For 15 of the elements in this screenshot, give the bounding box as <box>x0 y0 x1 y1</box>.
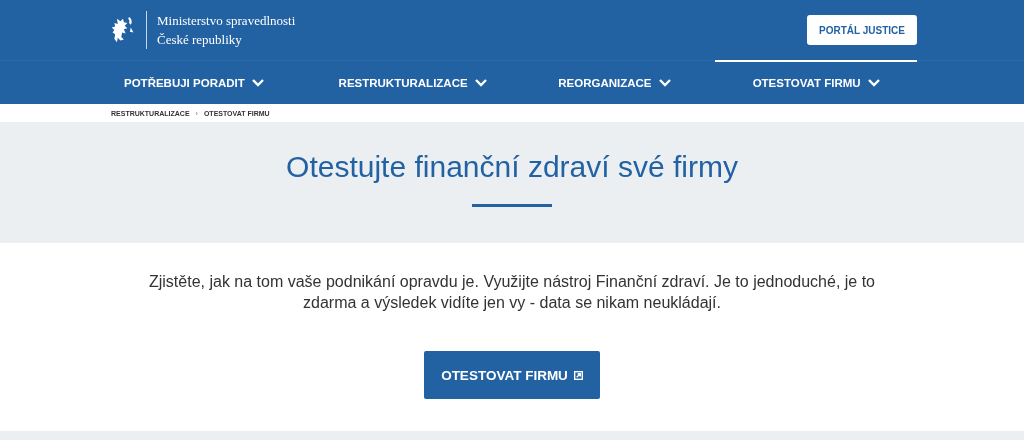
nav-tab[interactable]: POTŘEBUJI PORADIT <box>110 60 312 104</box>
page-title: Otestujte finanční zdraví své firmy <box>286 150 738 184</box>
intro-paragraph: Zjistěte, jak na tom vaše podnikání opravdu je. Využijte nástroj Finanční zdraví. Je to jednoduché, je to zdarma a výsledek vidíte jen vy - data se nikam neukládají. <box>148 272 876 313</box>
test-company-button[interactable]: OTESTOVAT FIRMU <box>424 351 600 399</box>
chevron-down-icon <box>658 79 671 87</box>
chevron-down-icon <box>474 79 487 87</box>
chevron-down-icon <box>867 79 880 87</box>
ministry-name: Ministerstvo spravedlnosti <box>157 12 296 30</box>
external-link-icon <box>573 370 583 380</box>
nav-tab[interactable]: REORGANIZACE <box>513 60 716 104</box>
ministry-country: České republiky <box>157 31 243 49</box>
chevron-down-icon <box>251 79 264 87</box>
portal-button[interactable]: PORTÁL JUSTICE <box>807 15 917 45</box>
nav-tab[interactable]: RESTRUKTURALIZACE <box>311 60 514 104</box>
nav-tab[interactable]: OTESTOVAT FIRMU <box>715 60 917 104</box>
